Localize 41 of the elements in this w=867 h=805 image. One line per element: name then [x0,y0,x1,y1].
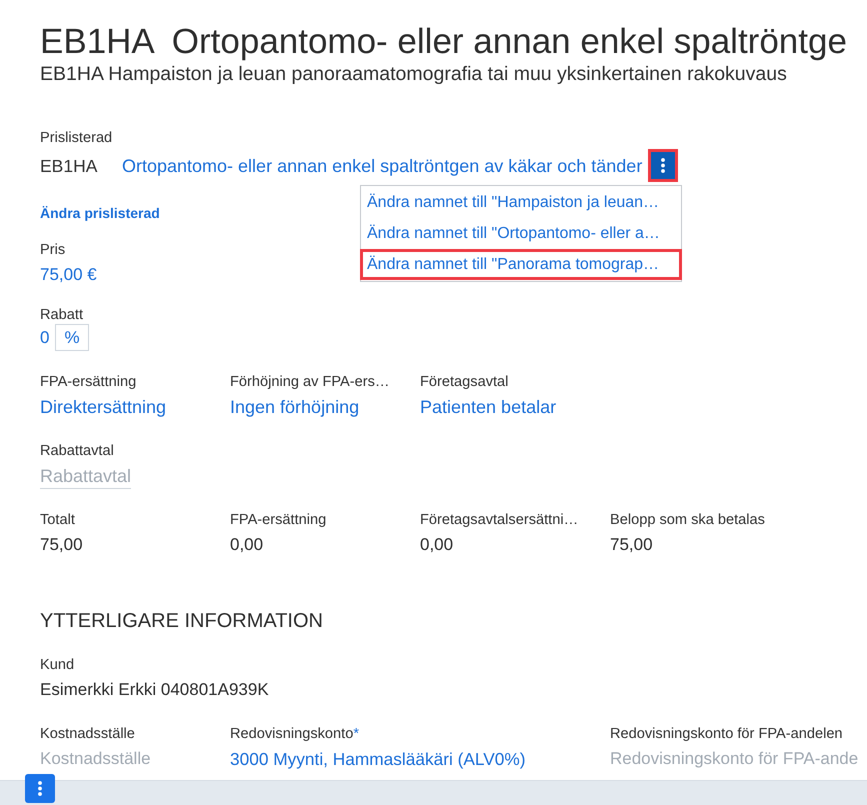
menu-item[interactable]: Ändra namnet till "Panorama tomograp… [360,249,682,280]
customer-value: Esimerkki Erkki 040801A939K [40,679,269,701]
menu-item[interactable]: Ändra namnet till "Ortopantomo- eller a… [360,218,682,249]
field-value-link[interactable]: Direktersättning [40,395,166,419]
field-label: Förhöjning av FPA-ers… [230,373,391,391]
field-label: Kostnadsställe [40,725,136,743]
field-label: Rabatt [40,306,84,324]
total-label: FPA-ersättning [230,511,328,529]
total-value: 75,00 [40,534,83,556]
field-label: Prislisterad [40,129,114,147]
page-title: Ortopantomo- eller annan enkel spaltröntge [172,22,847,61]
price-link[interactable]: 75,00 € [40,263,97,287]
total-label: Totalt [40,511,76,529]
section-heading: YTTERLIGARE INFORMATION [40,609,324,634]
field-value-link[interactable]: 3000 Myynti, Hammaslääkäri (ALV0%) [230,747,526,771]
more-options-button[interactable] [25,774,55,803]
change-price-list-link[interactable]: Ändra prislisterad [40,203,160,223]
price-list-code: EB1HA [40,154,98,178]
vertical-dots-icon [38,781,42,796]
field-label: Redovisningskonto* [230,725,360,743]
total-value: 0,00 [420,534,454,556]
vertical-dots-icon [661,158,666,173]
discount-value-link[interactable]: 0 [40,326,50,350]
page-title-code: EB1HA [40,22,155,61]
field-value-link[interactable]: Ingen förhöjning [230,395,360,419]
total-value: 75,00 [610,534,653,556]
page-subtitle: EB1HA Hampaiston ja leuan panoraamatomografia tai muu yksinkertainen rakokuvaus [40,62,788,86]
field-label: Redovisningskonto för FPA-andelen [610,725,844,743]
field-label: Kund [40,656,76,674]
menu-item[interactable]: Ändra namnet till "Hampaiston ja leuan… [360,187,682,218]
total-label: Belopp som ska betalas [610,511,766,529]
total-value: 0,00 [230,534,264,556]
price-list-name-link[interactable]: Ortopantomo- eller annan enkel spaltröntgen av käkar och tänder [122,154,642,178]
field-value-link[interactable]: Patienten betalar [420,395,556,419]
field-label: Rabattavtal [40,442,115,460]
unit-selector[interactable]: % [55,324,89,351]
field-label: Företagsavtal [420,373,510,391]
field-label: Pris [40,241,66,259]
field-label: FPA-ersättning [40,373,138,391]
more-options-button[interactable] [648,149,678,182]
total-label: Företagsavtalsersättni… [420,511,580,529]
